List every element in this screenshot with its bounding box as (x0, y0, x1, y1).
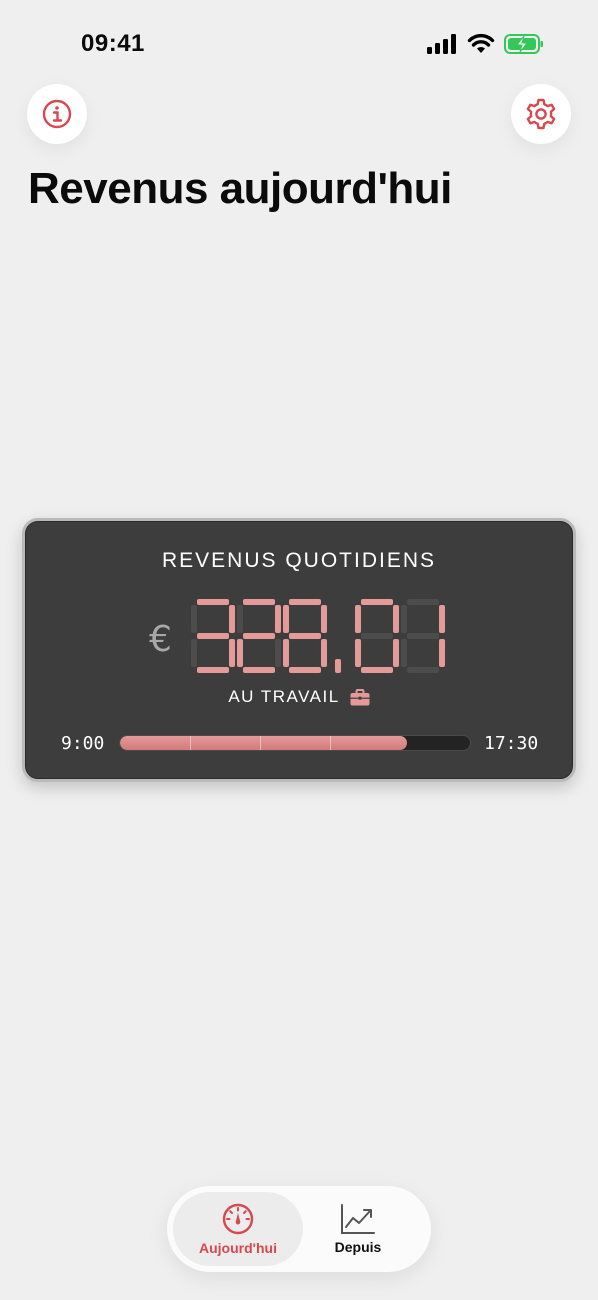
digit-segment (275, 639, 281, 667)
digit-segment (243, 633, 275, 639)
tab-today-label: Aujourd'hui (199, 1240, 277, 1256)
digit-segment (289, 667, 321, 673)
digit-segment (361, 633, 393, 639)
info-button[interactable] (27, 84, 87, 144)
progress-tick (260, 736, 261, 750)
tab-since[interactable]: Depuis (293, 1192, 423, 1266)
briefcase-icon (350, 688, 370, 705)
digit-segment (191, 639, 197, 667)
digit-segment (407, 667, 439, 673)
digit-segment (191, 605, 197, 633)
digit-segment (197, 633, 229, 639)
progress-tick (190, 736, 191, 750)
digit-segment (283, 605, 289, 633)
cellular-signal-icon (427, 33, 456, 54)
digit-segment (243, 599, 275, 605)
digit-segment (289, 599, 321, 605)
decimal-separator (335, 659, 341, 673)
tab-bar: Aujourd'hui Depuis (167, 1186, 431, 1272)
digit-segment (229, 605, 235, 633)
shift-end-time: 17:30 (484, 733, 539, 754)
shift-progress-fill (120, 736, 407, 750)
tab-since-label: Depuis (334, 1239, 382, 1255)
digit-segment (237, 605, 243, 633)
wifi-icon (467, 33, 495, 53)
digit-segment (283, 639, 289, 667)
currency-symbol: € (149, 619, 172, 660)
digit-segment (361, 599, 393, 605)
status-time: 09:41 (81, 30, 145, 57)
digit-segment (229, 639, 235, 667)
digit-segment (401, 639, 407, 667)
digit-segment (439, 605, 445, 633)
digit-segment (361, 667, 393, 673)
info-icon (42, 99, 72, 129)
digit-segment (275, 605, 281, 633)
shift-progress-bar (119, 735, 471, 751)
card-title: REVENUS QUOTIDIENS (161, 549, 437, 572)
earnings-amount-display (191, 599, 445, 673)
page-title: Revenus aujourd'hui (28, 164, 452, 213)
chart-trend-icon (341, 1204, 375, 1234)
shift-start-time: 9:00 (61, 733, 105, 754)
daily-earnings-card: REVENUS QUOTIDIENS € AU TRAVAIL 9:00 17:… (22, 518, 576, 782)
gauge-icon (222, 1203, 254, 1235)
tab-today[interactable]: Aujourd'hui (173, 1192, 303, 1266)
status-bar: 09:41 (0, 0, 598, 88)
digit-segment (355, 639, 361, 667)
gear-icon (526, 98, 556, 130)
amount-digit (401, 599, 445, 673)
digit-segment (401, 605, 407, 633)
digit-segment (407, 633, 439, 639)
digit-segment (197, 667, 229, 673)
battery-charging-icon (504, 33, 543, 54)
amount-digit (355, 599, 399, 673)
digit-segment (243, 667, 275, 673)
digit-segment (407, 599, 439, 605)
amount-digit (237, 599, 281, 673)
amount-digit (191, 599, 235, 673)
digit-segment (321, 639, 327, 667)
digit-segment (439, 639, 445, 667)
work-status-label: AU TRAVAIL (228, 687, 340, 706)
digit-segment (393, 605, 399, 633)
digit-segment (237, 639, 243, 667)
settings-button[interactable] (511, 84, 571, 144)
amount-digit (283, 599, 327, 673)
work-status: AU TRAVAIL (25, 687, 573, 707)
progress-tick (330, 736, 331, 750)
digit-segment (289, 633, 321, 639)
digit-segment (393, 639, 399, 667)
digit-segment (197, 599, 229, 605)
digit-segment (321, 605, 327, 633)
status-icons (427, 33, 544, 54)
digit-segment (355, 605, 361, 633)
